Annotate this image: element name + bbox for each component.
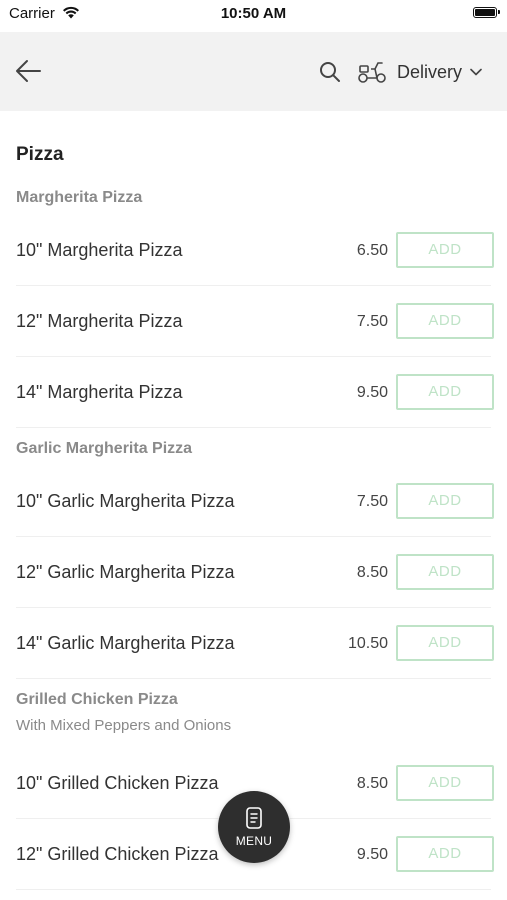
item-name: 10" Margherita Pizza <box>16 240 183 260</box>
item-name: 14" Margherita Pizza <box>16 382 183 402</box>
item-price: 7.50 <box>356 313 388 330</box>
group-title: Margherita Pizza <box>16 189 143 206</box>
item-price: 8.50 <box>356 564 388 581</box>
add-button[interactable]: ADD <box>396 303 494 339</box>
menu-item-row: 10" Garlic Margherita Pizza 7.50 ADD <box>0 466 507 537</box>
add-button[interactable]: ADD <box>396 232 494 268</box>
section-title: Pizza <box>16 144 64 165</box>
item-price: 8.50 <box>356 775 388 792</box>
back-arrow-icon[interactable] <box>14 58 42 84</box>
menu-item-row: 14" Garlic Margherita Pizza 10.50 ADD <box>0 608 507 679</box>
row-divider <box>16 678 491 679</box>
add-button[interactable]: ADD <box>396 374 494 410</box>
status-bar: Carrier 10:50 AM <box>0 0 507 30</box>
add-button[interactable]: ADD <box>396 483 494 519</box>
menu-item-row: 12" Garlic Margherita Pizza 8.50 ADD <box>0 537 507 608</box>
scooter-icon <box>358 62 386 83</box>
nav-bar: Delivery <box>0 32 507 111</box>
item-price: 7.50 <box>356 493 388 510</box>
menu-card-icon <box>246 807 262 829</box>
add-button[interactable]: ADD <box>396 765 494 801</box>
item-price: 6.50 <box>356 242 388 259</box>
search-icon[interactable] <box>319 61 341 83</box>
item-price: 9.50 <box>356 384 388 401</box>
item-name: 10" Grilled Chicken Pizza <box>16 773 219 793</box>
item-name: 10" Garlic Margherita Pizza <box>16 491 235 511</box>
item-price: 9.50 <box>356 846 388 863</box>
menu-fab-label: MENU <box>235 834 273 848</box>
add-button[interactable]: ADD <box>396 554 494 590</box>
item-price: 10.50 <box>347 635 388 652</box>
group-title: Garlic Margherita Pizza <box>16 440 193 457</box>
menu-fab-button[interactable]: MENU <box>218 791 290 863</box>
menu-item-row: 10" Margherita Pizza 6.50 ADD <box>0 215 507 286</box>
delivery-mode-selector[interactable]: Delivery <box>357 56 482 88</box>
add-button[interactable]: ADD <box>396 836 494 872</box>
chevron-down-icon <box>470 68 482 76</box>
group-subtitle: With Mixed Peppers and Onions <box>16 717 232 734</box>
group-title: Grilled Chicken Pizza <box>16 691 178 708</box>
item-name: 12" Garlic Margherita Pizza <box>16 562 235 582</box>
item-name: 12" Margherita Pizza <box>16 311 183 331</box>
row-divider <box>16 889 491 890</box>
menu-item-row: 14" Margherita Pizza 9.50 ADD <box>0 357 507 428</box>
status-time: 10:50 AM <box>220 5 287 22</box>
delivery-label: Delivery <box>397 61 463 82</box>
item-name: 12" Grilled Chicken Pizza <box>16 844 219 864</box>
row-divider <box>16 427 491 428</box>
item-name: 14" Garlic Margherita Pizza <box>16 633 235 653</box>
menu-item-row: 12" Margherita Pizza 7.50 ADD <box>0 286 507 357</box>
add-button[interactable]: ADD <box>396 625 494 661</box>
battery-icon <box>473 7 500 18</box>
